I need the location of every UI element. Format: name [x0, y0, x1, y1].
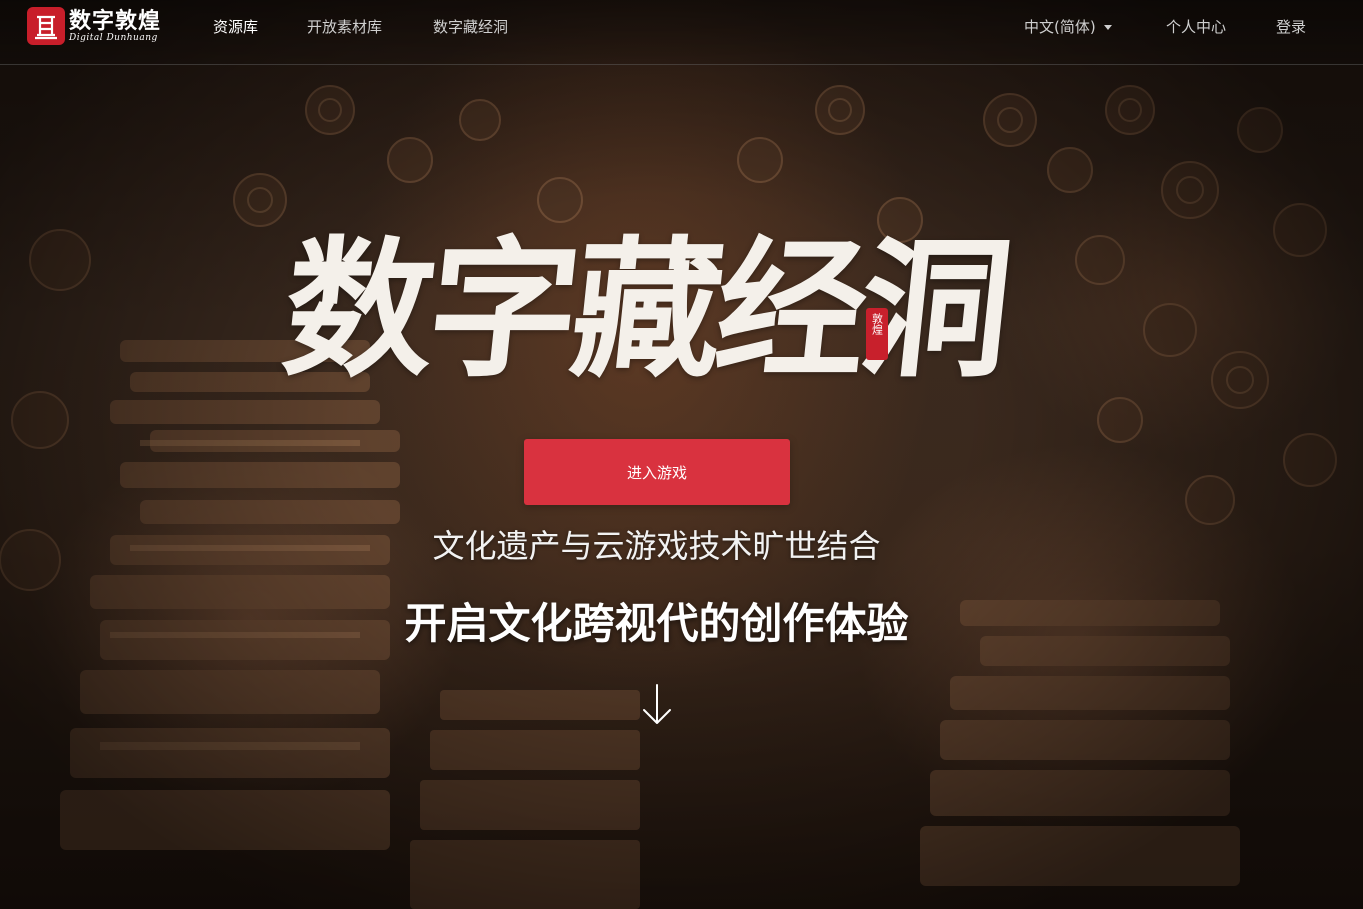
page: 数字敦煌 Digital Dunhuang 资源库 开放素材库 数字藏经洞 中文… — [0, 0, 1363, 909]
calligraphy-title-text: 数字藏经洞 — [275, 222, 1015, 398]
caret-down-icon — [1103, 24, 1112, 30]
nav-item-resource-library[interactable]: 资源库 — [213, 17, 258, 37]
dunhuang-seal-stamp: 敦煌 — [866, 308, 888, 360]
user-center-link[interactable]: 个人中心 — [1166, 17, 1226, 37]
logo-title-en: Digital Dunhuang — [69, 33, 158, 43]
arrow-down-icon[interactable] — [641, 683, 673, 727]
top-navigation-bar: 数字敦煌 Digital Dunhuang 资源库 开放素材库 数字藏经洞 中文… — [0, 0, 1363, 65]
language-selector[interactable]: 中文(简体) — [1024, 17, 1112, 37]
seal-text: 敦煌 — [870, 313, 884, 335]
hero-subtitle: 文化遗产与云游戏技术旷世结合 — [432, 527, 881, 565]
hero-headline: 开启文化跨视代的创作体验 — [404, 599, 909, 648]
nav-item-digital-cave[interactable]: 数字藏经洞 — [433, 17, 508, 37]
login-link[interactable]: 登录 — [1276, 17, 1306, 37]
enter-game-button-label: 进入游戏 — [626, 463, 687, 482]
language-selector-label: 中文(简体) — [1024, 18, 1096, 36]
logo-title-cn: 数字敦煌 — [69, 8, 162, 34]
enter-game-button[interactable]: 进入游戏 — [524, 439, 790, 505]
hero-calligraphy-title: 数字藏经洞 敦煌 — [276, 200, 1045, 430]
logo-text: 数字敦煌 Digital Dunhuang — [69, 9, 161, 43]
nav-item-open-materials[interactable]: 开放素材库 — [307, 17, 382, 37]
cave-temple-seal-icon — [27, 7, 65, 45]
site-logo[interactable]: 数字敦煌 Digital Dunhuang — [27, 7, 161, 45]
